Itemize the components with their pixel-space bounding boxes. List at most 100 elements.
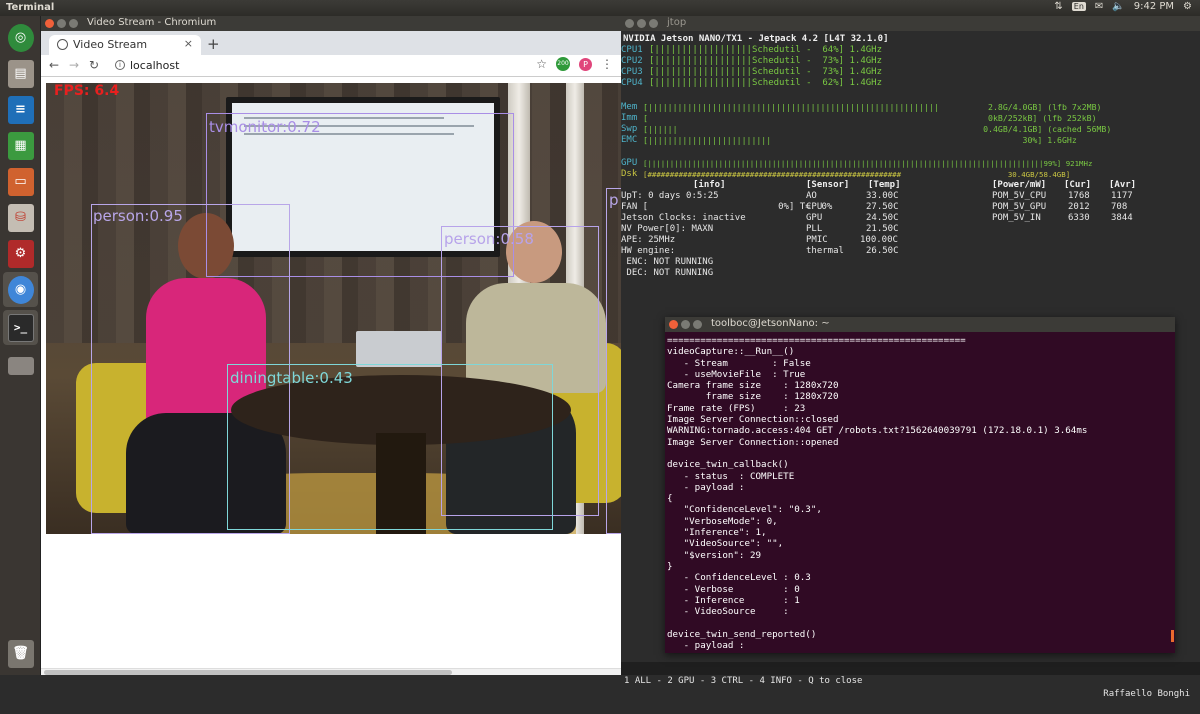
scrollbar-thumb[interactable] bbox=[44, 670, 452, 675]
avr-header: [Avr] bbox=[1109, 180, 1137, 190]
close-window-button[interactable] bbox=[625, 19, 634, 28]
calc-icon: ▦ bbox=[7, 131, 34, 160]
enc-status: ENC: NOT RUNNING bbox=[621, 257, 714, 267]
cur-header: [Cur] bbox=[1064, 180, 1092, 190]
detection-label-person-2: person:0.58 bbox=[444, 230, 534, 248]
drive-button[interactable] bbox=[3, 348, 38, 383]
menu-kebab-icon[interactable]: ⋮ bbox=[601, 57, 613, 71]
terminal-line: - Verbose : 0 bbox=[667, 583, 800, 595]
sensor-temp: 33.00C bbox=[866, 191, 899, 201]
tab-title: Video Stream bbox=[73, 38, 148, 51]
sensor-temp: 26.50C bbox=[866, 246, 899, 256]
software-center-button[interactable]: ⛁ bbox=[3, 200, 38, 235]
sensor-name: AO bbox=[806, 191, 817, 201]
globe-icon bbox=[57, 39, 68, 50]
trash-icon: 🗑 bbox=[7, 639, 34, 668]
power-gear-icon[interactable]: ⚙ bbox=[1183, 1, 1192, 12]
sensor-temp: 21.50C bbox=[866, 224, 899, 234]
minimize-window-button[interactable] bbox=[681, 320, 690, 329]
chromium-icon: ◉ bbox=[7, 275, 34, 304]
tab-video-stream[interactable]: Video Stream × bbox=[49, 35, 201, 55]
forward-icon[interactable]: → bbox=[69, 58, 79, 72]
power-cur: 1768 bbox=[1068, 191, 1090, 201]
uptime: UpT: 0 days 0:5:25 bbox=[621, 191, 719, 201]
transfer-icon[interactable]: ⇅ bbox=[1054, 1, 1062, 12]
power-avr: 1177 bbox=[1111, 191, 1133, 201]
ape: APE: 25MHz bbox=[621, 235, 676, 245]
files-button[interactable]: ▤ bbox=[3, 56, 38, 91]
files-icon: ▤ bbox=[7, 59, 34, 88]
ubuntu-dash-button[interactable]: ◎ bbox=[3, 20, 38, 55]
jtop-titlebar: jtop bbox=[621, 16, 1200, 31]
calc-button[interactable]: ▦ bbox=[3, 128, 38, 163]
terminal-line: "Inference": 1, bbox=[667, 527, 767, 539]
emc-label: EMC bbox=[621, 135, 638, 145]
horizontal-scrollbar[interactable] bbox=[41, 668, 621, 675]
terminal-button[interactable]: >_ bbox=[3, 310, 38, 345]
temp-header: [Temp] bbox=[868, 180, 901, 190]
minimize-window-button[interactable] bbox=[637, 19, 646, 28]
terminal-line: } bbox=[667, 560, 673, 572]
cpu2-label: CPU2 bbox=[621, 56, 643, 66]
mem-bar: [|||||||||||||||||||||||||||||||||||||||… bbox=[643, 102, 1102, 112]
mail-icon[interactable]: ✉ bbox=[1095, 1, 1103, 12]
keyboard-layout-indicator[interactable]: En bbox=[1071, 2, 1086, 11]
close-window-button[interactable] bbox=[45, 19, 54, 28]
tab-strip: Video Stream × + bbox=[41, 31, 621, 55]
info-header: [info] bbox=[693, 180, 726, 190]
window-title: jtop bbox=[667, 17, 687, 28]
minimize-window-button[interactable] bbox=[57, 19, 66, 28]
terminal-line: { bbox=[667, 493, 673, 505]
terminal-line: "ConfidenceLevel": "0.3", bbox=[667, 504, 822, 516]
writer-button[interactable]: ≡ bbox=[3, 92, 38, 127]
jtop-author: Raffaello Bonghi bbox=[1103, 689, 1190, 699]
impress-button[interactable]: ▭ bbox=[3, 164, 38, 199]
terminal-line: - Stream : False bbox=[667, 357, 811, 369]
terminal-line: frame size : 1280x720 bbox=[667, 391, 839, 403]
emc-bar: [||||||||||||||||||||||||| 30%] 1.6GHz bbox=[643, 135, 1077, 145]
volume-icon[interactable]: 🔈 bbox=[1112, 1, 1124, 12]
bookmark-star-icon[interactable]: ☆ bbox=[536, 57, 547, 71]
clock[interactable]: 9:42 PM bbox=[1134, 1, 1174, 12]
chromium-titlebar: Video Stream - Chromium bbox=[41, 16, 621, 31]
terminal-line: videoCapture::__Run__() bbox=[667, 346, 795, 358]
fan: FAN [ 0%] T= 0% bbox=[621, 202, 833, 212]
sensor-name: GPU bbox=[806, 213, 823, 223]
info-icon[interactable]: i bbox=[115, 60, 125, 70]
chromium-window: Video Stream - Chromium Video Stream × +… bbox=[41, 16, 621, 675]
sensor-header: [Sensor] bbox=[806, 180, 850, 190]
swp-bar: [|||||| 0.4GB/4.1GB] (cached 56MB) bbox=[643, 124, 1112, 134]
sensor-temp: 27.50C bbox=[866, 202, 899, 212]
cpu3-bar: [||||||||||||||||||Schedutil - 73%] 1.4G… bbox=[649, 67, 882, 77]
maximize-window-button[interactable] bbox=[649, 19, 658, 28]
terminal-titlebar: toolboc@JetsonNano: ~ bbox=[665, 317, 1175, 332]
cpu1-bar: [||||||||||||||||||Schedutil - 64%] 1.4G… bbox=[649, 45, 882, 55]
terminal-line: - useMovieFile : True bbox=[667, 368, 806, 380]
profile-avatar[interactable]: P bbox=[579, 57, 592, 71]
window-title: Video Stream - Chromium bbox=[87, 17, 217, 28]
cpu2-bar: [||||||||||||||||||Schedutil - 73%] 1.4G… bbox=[649, 56, 882, 66]
launcher: ◎ ▤ ≡ ▦ ▭ ⛁ ⚙ ◉ >_ 🗑 bbox=[0, 16, 41, 675]
terminal-output[interactable]: ========================================… bbox=[667, 335, 1172, 651]
terminal-window: toolboc@JetsonNano: ~ ==================… bbox=[665, 317, 1175, 653]
extension-icon[interactable]: 200 bbox=[556, 57, 570, 71]
maximize-window-button[interactable] bbox=[69, 19, 78, 28]
terminal-line: WARNING:tornado.access:404 GET /robots.t… bbox=[667, 425, 1088, 437]
sensor-temp: 100.00C bbox=[860, 235, 898, 245]
sensor-name: PMIC bbox=[806, 235, 828, 245]
fps-counter: FPS: 6.4 bbox=[54, 83, 120, 99]
terminal-line: - payload : bbox=[667, 640, 745, 651]
address-bar[interactable]: localhost bbox=[130, 59, 179, 72]
chromium-button[interactable]: ◉ bbox=[3, 272, 38, 307]
maximize-window-button[interactable] bbox=[693, 320, 702, 329]
sensor-name: CPU bbox=[806, 202, 823, 212]
jtop-hotkeys[interactable]: 1 ALL - 2 GPU - 3 CTRL - 4 INFO - Q to c… bbox=[624, 675, 862, 688]
new-tab-button[interactable]: + bbox=[207, 35, 220, 53]
settings-button[interactable]: ⚙ bbox=[3, 236, 38, 271]
power-rail-name: POM_5V_IN bbox=[992, 213, 1041, 223]
trash-button[interactable]: 🗑 bbox=[3, 636, 38, 671]
tab-close-icon[interactable]: × bbox=[184, 37, 193, 50]
back-icon[interactable]: ← bbox=[49, 58, 59, 72]
reload-icon[interactable]: ↻ bbox=[89, 58, 99, 72]
close-window-button[interactable] bbox=[669, 320, 678, 329]
